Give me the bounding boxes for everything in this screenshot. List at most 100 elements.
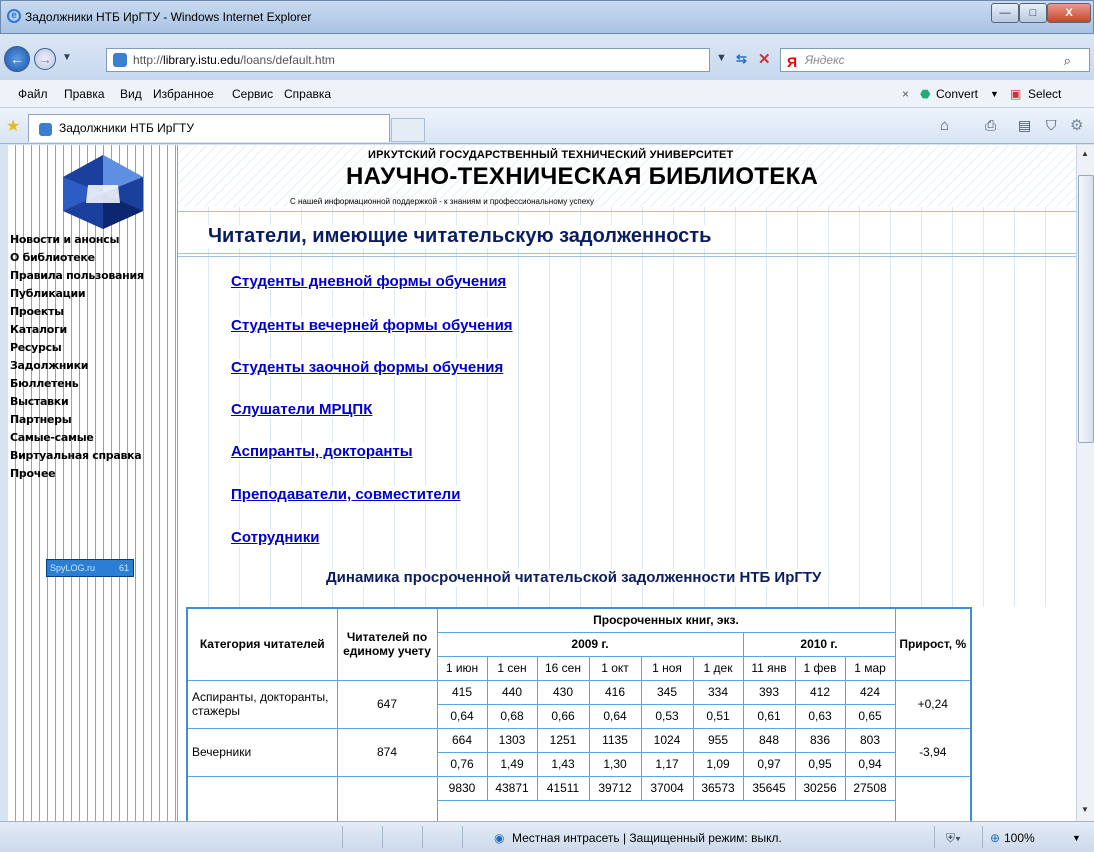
ratio-cell: 0,97: [742, 751, 796, 777]
menu-view[interactable]: Вид: [120, 87, 142, 101]
nav-top[interactable]: Самые-самые: [8, 429, 144, 447]
close-toolbar-icon[interactable]: ×: [902, 87, 909, 101]
ratio-cell: 0,76: [436, 751, 488, 777]
zoom-dropdown-icon[interactable]: ▼: [1072, 833, 1081, 843]
page-menu-icon[interactable]: ▤: [1018, 117, 1031, 134]
minimize-button[interactable]: —: [991, 3, 1019, 23]
safety-icon[interactable]: ⛉: [1046, 117, 1057, 134]
count-cell: 35645: [742, 775, 796, 801]
history-dropdown-icon[interactable]: ▼: [62, 52, 72, 63]
link-postgraduates[interactable]: Аспиранты, докторанты: [231, 443, 413, 460]
menu-favorites[interactable]: Избранное: [153, 87, 214, 101]
dynamics-title: Динамика просроченной читательской задол…: [326, 569, 822, 586]
row-category: Вечерники: [186, 727, 338, 777]
address-input[interactable]: http://library.istu.edu/loans/default.ht…: [106, 48, 710, 72]
count-cell: 424: [844, 679, 896, 705]
ie-logo-icon: e: [7, 9, 21, 23]
menu-tools[interactable]: Сервис: [232, 87, 273, 101]
close-button[interactable]: X: [1047, 3, 1091, 23]
ratio-cell: 0,64: [436, 703, 488, 729]
month-header: 1 ноя: [640, 655, 694, 681]
nav-publications[interactable]: Публикации: [8, 285, 144, 303]
address-toolbar: ← → ▼ http://library.istu.edu/loans/defa…: [0, 34, 1094, 80]
nav-virtual-help[interactable]: Виртуальная справка: [8, 447, 144, 465]
scroll-down-icon[interactable]: ▼: [1081, 805, 1089, 814]
home-icon[interactable]: ⌂: [940, 117, 949, 134]
tools-gear-icon[interactable]: ⚙: [1070, 116, 1083, 134]
ratio-cell: 0,51: [692, 703, 744, 729]
maximize-button[interactable]: □: [1019, 3, 1047, 23]
link-day-students[interactable]: Студенты дневной формы обучения: [231, 273, 507, 290]
table-row: 9830 43871 41511 39712 37004 36573 35645…: [186, 775, 972, 821]
page-viewport: Новости и анонсы О библиотеке Правила по…: [8, 145, 1076, 821]
nav-projects[interactable]: Проекты: [8, 303, 144, 321]
new-tab-button[interactable]: [391, 118, 425, 142]
spylog-counter[interactable]: SpyLOG.ru 61: [46, 559, 134, 577]
convert-button[interactable]: Convert: [936, 87, 978, 101]
vertical-scrollbar[interactable]: ▲ ▼: [1076, 145, 1094, 821]
count-cell: 345: [640, 679, 694, 705]
nav-rules[interactable]: Правила пользования: [8, 267, 144, 285]
url-prefix: http://: [133, 53, 164, 67]
select-button[interactable]: Select: [1028, 87, 1061, 101]
stop-icon[interactable]: ✕: [758, 50, 771, 68]
link-staff[interactable]: Сотрудники: [231, 529, 320, 546]
month-header: 11 янв: [742, 655, 796, 681]
security-zone[interactable]: Местная интрасеть | Защищенный режим: вы…: [512, 831, 782, 845]
search-engine-name: Яндекс: [805, 53, 845, 67]
counter-value: 61: [118, 563, 129, 573]
menu-bar: Файл Правка Вид Избранное Сервис Справка…: [0, 80, 1094, 108]
row-readers: [336, 775, 438, 821]
menu-edit[interactable]: Правка: [64, 87, 105, 101]
window-title: Задолжники НТБ ИрГТУ - Windows Internet …: [25, 10, 312, 24]
count-cell: 334: [692, 679, 744, 705]
count-cell: 9830: [436, 775, 488, 801]
print-icon[interactable]: ⎙: [985, 117, 996, 134]
nav-resources[interactable]: Ресурсы: [8, 339, 144, 357]
library-logo: [63, 155, 143, 229]
menu-file[interactable]: Файл: [18, 87, 48, 101]
site-header: ИРКУТСКИЙ ГОСУДАРСТВЕННЫЙ ТЕХНИЧЕСКИЙ УН…: [178, 145, 1076, 207]
link-evening-students[interactable]: Студенты вечерней формы обучения: [231, 317, 513, 334]
ratio-cell: 0,53: [640, 703, 694, 729]
link-mrcpk[interactable]: Слушатели МРЦПК: [231, 401, 373, 418]
scroll-up-icon[interactable]: ▲: [1081, 149, 1089, 158]
status-separator: [982, 826, 983, 848]
library-motto: С нашей информационной поддержкой - к зн…: [290, 197, 594, 206]
scrollbar-thumb[interactable]: [1078, 175, 1094, 443]
link-correspondence-students[interactable]: Студенты заочной формы обучения: [231, 359, 504, 376]
search-icon[interactable]: ⌕: [1064, 50, 1071, 72]
nav-other[interactable]: Прочее: [8, 465, 144, 483]
favorites-star-icon[interactable]: ★: [6, 116, 20, 136]
convert-dropdown-icon[interactable]: ▼: [990, 89, 999, 99]
search-input[interactable]: Я Яндекс ⌕: [780, 48, 1090, 72]
menu-help[interactable]: Справка: [284, 87, 331, 101]
nav-catalogs[interactable]: Каталоги: [8, 321, 144, 339]
forward-button[interactable]: →: [34, 48, 56, 70]
tab-active[interactable]: Задолжники НТБ ИрГТУ: [28, 114, 390, 142]
status-bar: ◉ Местная интрасеть | Защищенный режим: …: [0, 821, 1094, 852]
row-readers: 647: [336, 679, 438, 729]
convert-icon: ⬣: [920, 87, 931, 101]
refresh-icon[interactable]: ⇆: [736, 51, 747, 67]
status-separator: [422, 826, 423, 848]
url-dropdown-icon[interactable]: ▼: [716, 52, 727, 64]
nav-bulletin[interactable]: Бюллетень: [8, 375, 144, 393]
debt-table-wrapper: Категория читателей Читателей по единому…: [186, 607, 1066, 821]
nav-news[interactable]: Новости и анонсы: [8, 231, 144, 249]
status-separator: [934, 826, 935, 848]
row-growth: -3,94: [894, 727, 972, 777]
protected-mode-icon[interactable]: ⛨▾: [946, 831, 961, 846]
nav-exhibitions[interactable]: Выставки: [8, 393, 144, 411]
row-growth: +0,24: [894, 679, 972, 729]
nav-about[interactable]: О библиотеке: [8, 249, 144, 267]
zoom-icon: ⊕: [990, 831, 1001, 845]
zoom-level[interactable]: 100%: [1004, 831, 1035, 845]
link-teachers[interactable]: Преподаватели, совместители: [231, 486, 461, 503]
row-growth: [894, 775, 972, 821]
window-title-bar: e Задолжники НТБ ИрГТУ - Windows Interne…: [0, 0, 1094, 34]
nav-partners[interactable]: Партнеры: [8, 411, 144, 429]
ratio-cell: 0,63: [794, 703, 846, 729]
nav-debtors[interactable]: Задолжники: [8, 357, 144, 375]
back-button[interactable]: ←: [4, 46, 30, 72]
